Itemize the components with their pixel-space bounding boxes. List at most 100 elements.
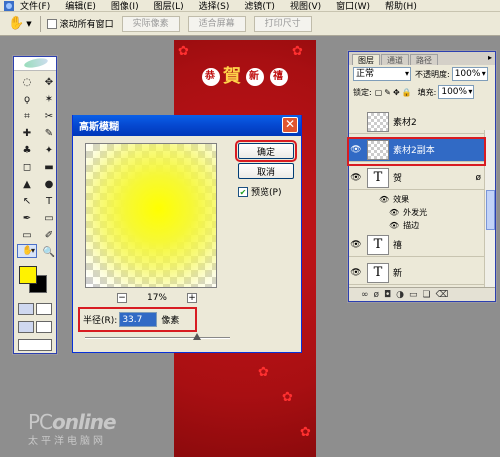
app-logo-icon <box>4 0 14 11</box>
tool-grid: ◌✥ϙ✶⌗✂✚✎♣✦◻▬▲●↖T✒▭▭✐✋🔍 <box>14 71 56 260</box>
blur-icon[interactable]: ▲ <box>17 176 37 192</box>
imageready-button[interactable] <box>18 339 52 351</box>
dialog-titlebar[interactable]: 高斯模糊 ✕ <box>73 115 301 136</box>
trash-icon[interactable]: ⌫ <box>436 290 449 300</box>
history-brush-icon[interactable]: ✦ <box>39 142 59 158</box>
layer-row[interactable]: 👁 T 禧 <box>349 233 485 257</box>
layer-row[interactable]: 👁 T 贺 ø <box>349 166 485 190</box>
magic-wand-icon[interactable]: ✶ <box>39 91 59 107</box>
radius-label: 半径(R): <box>83 316 118 326</box>
crop-icon[interactable]: ⌗ <box>17 108 37 124</box>
opacity-value: 100% <box>454 69 481 79</box>
screen-mode-full-button[interactable] <box>36 321 52 333</box>
ok-button[interactable]: 确定 <box>235 140 297 162</box>
print-size-button[interactable]: 打印尺寸 <box>253 15 312 32</box>
new-layer-icon[interactable]: ❏ <box>423 290 431 300</box>
type-icon[interactable]: T <box>39 193 59 209</box>
healing-icon[interactable]: ✚ <box>17 125 37 141</box>
radius-slider[interactable] <box>85 333 230 340</box>
marquee-icon[interactable]: ◌ <box>17 74 37 90</box>
eye-icon[interactable]: 👁 <box>349 268 363 278</box>
menu-filter[interactable]: 滤镜(T) <box>244 0 275 12</box>
effect-row[interactable]: 👁 描边 <box>389 219 419 231</box>
tool-preset-dropdown-icon[interactable]: ▼ <box>26 20 31 28</box>
fit-screen-button[interactable]: 适合屏幕 <box>187 15 246 32</box>
eye-icon[interactable]: 👁 <box>349 173 363 183</box>
zoom-icon[interactable]: 🔍 <box>39 244 59 260</box>
adjustment-icon[interactable]: ◑ <box>396 290 404 300</box>
menu-image[interactable]: 图像(I) <box>111 0 139 12</box>
hand-icon[interactable]: ✋ <box>17 244 37 258</box>
layer-row[interactable]: 素材2 <box>349 110 485 134</box>
menu-layer[interactable]: 图层(L) <box>154 0 184 12</box>
watermark-brand-rest: online <box>52 410 116 434</box>
eyedropper-icon[interactable]: ✐ <box>39 227 59 243</box>
shape-icon[interactable]: ▭ <box>39 210 59 226</box>
notes-icon[interactable]: ▭ <box>17 227 37 243</box>
slider-thumb[interactable] <box>193 333 201 340</box>
screen-mode-standard-button[interactable] <box>18 321 34 333</box>
effect-name: 描边 <box>403 220 420 230</box>
plum-blossom-icon: ✿ <box>292 44 303 59</box>
panel-menu-icon[interactable]: ▸ <box>488 53 492 62</box>
close-icon[interactable]: ✕ <box>282 117 298 133</box>
preview-checkbox[interactable]: ✔ <box>238 186 248 197</box>
quick-mask-button[interactable] <box>36 303 52 315</box>
slice-icon[interactable]: ✂ <box>39 108 59 124</box>
layer-fx-icon[interactable]: ø <box>475 173 481 183</box>
lock-icons[interactable]: ▢✎✥🔒 <box>375 88 414 97</box>
jump-to-imageready <box>14 336 56 354</box>
tab-channels[interactable]: 通道 <box>381 54 409 65</box>
move-icon[interactable]: ✥ <box>39 74 59 90</box>
layer-row[interactable]: 👁 T 新 <box>349 261 485 285</box>
menu-file[interactable]: 文件(F) <box>20 0 50 12</box>
fx-icon[interactable]: ø <box>374 290 380 300</box>
menu-select[interactable]: 选择(S) <box>199 0 230 12</box>
eye-icon[interactable]: 👁 <box>389 208 399 217</box>
link-icon[interactable]: ∞ <box>361 290 369 300</box>
layers-panel-tabs: 图层 通道 路径 ▸ <box>349 52 495 65</box>
dodge-icon[interactable]: ● <box>39 176 59 192</box>
menu-edit[interactable]: 编辑(E) <box>65 0 96 12</box>
menu-window[interactable]: 窗口(W) <box>336 0 370 12</box>
tab-paths[interactable]: 路径 <box>410 54 438 65</box>
radius-row: 半径(R): 像素 <box>83 312 179 327</box>
radius-input[interactable] <box>119 312 158 327</box>
stamp-icon[interactable]: ♣ <box>17 142 37 158</box>
fill-field[interactable]: 100% <box>438 85 475 99</box>
eraser-icon[interactable]: ◻ <box>17 159 37 175</box>
actual-pixels-button[interactable]: 实际像素 <box>121 15 180 32</box>
standard-mode-button[interactable] <box>18 303 34 315</box>
scroll-all-windows-checkbox[interactable] <box>46 18 57 29</box>
eye-icon[interactable]: 👁 <box>379 195 389 204</box>
zoom-out-button[interactable]: − <box>117 293 127 303</box>
blend-mode-select[interactable]: 正常 <box>353 67 411 81</box>
zoom-level: 17% <box>146 293 167 303</box>
mask-icon[interactable]: ◘ <box>384 290 391 300</box>
effects-row[interactable]: 👁 效果 <box>379 193 409 205</box>
color-swatches <box>14 264 56 300</box>
scrollbar-thumb[interactable] <box>486 190 495 230</box>
effect-row[interactable]: 👁 外发光 <box>389 206 427 218</box>
pconline-watermark: PConline 太平洋电脑网 <box>28 410 117 447</box>
path-select-icon[interactable]: ↖ <box>17 193 37 209</box>
eye-icon[interactable]: 👁 <box>349 240 363 250</box>
group-icon[interactable]: ▭ <box>409 290 418 300</box>
gradient-icon[interactable]: ▬ <box>39 159 59 175</box>
pen-icon[interactable]: ✒ <box>17 210 37 226</box>
lasso-icon[interactable]: ϙ <box>17 91 37 107</box>
zoom-in-button[interactable]: + <box>186 293 197 303</box>
plum-blossom-icon: ✿ <box>282 390 293 405</box>
eye-icon[interactable]: 👁 <box>389 221 399 230</box>
menu-view[interactable]: 视图(V) <box>290 0 321 12</box>
blur-preview[interactable] <box>85 143 217 288</box>
cancel-button[interactable]: 取消 <box>238 163 294 179</box>
hand-tool-icon[interactable]: ✋ <box>8 16 24 31</box>
tab-layers[interactable]: 图层 <box>352 54 380 65</box>
brush-icon[interactable]: ✎ <box>39 125 59 141</box>
toolbox-header[interactable] <box>14 56 56 71</box>
active-layer-highlight <box>347 137 486 166</box>
menu-help[interactable]: 帮助(H) <box>385 0 417 12</box>
opacity-field[interactable]: 100% <box>451 67 488 81</box>
foreground-color-swatch[interactable] <box>19 266 37 284</box>
